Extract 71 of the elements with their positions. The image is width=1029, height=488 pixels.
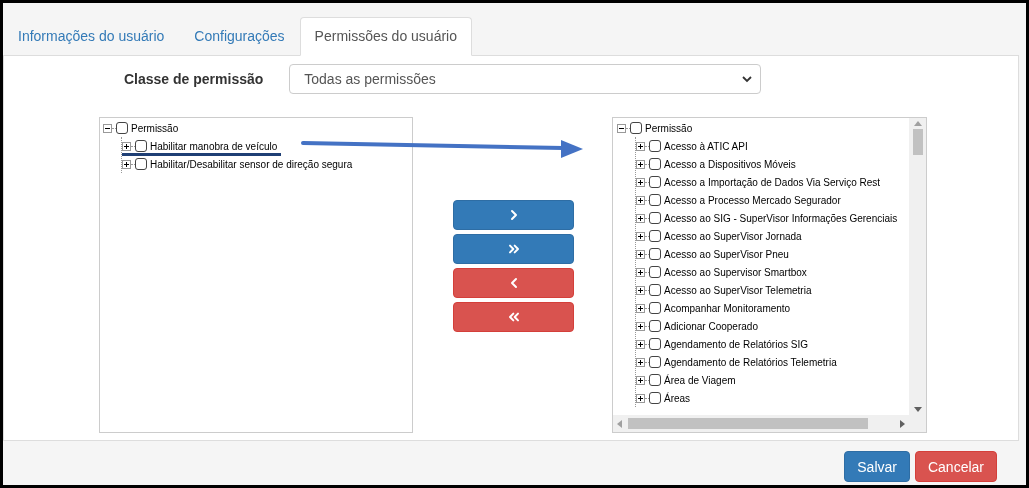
tree-item[interactable]: Acesso à ATIC API xyxy=(664,140,748,152)
expand-icon[interactable] xyxy=(636,195,645,205)
tree-item[interactable]: Acesso ao SuperVisor Jornada xyxy=(664,230,802,242)
checkbox[interactable] xyxy=(649,392,661,404)
expand-icon[interactable] xyxy=(636,213,645,223)
scrollbar-thumb[interactable] xyxy=(912,129,923,155)
checkbox[interactable] xyxy=(649,248,661,260)
scroll-down-icon[interactable] xyxy=(913,407,922,412)
tree-item[interactable]: Permissão xyxy=(645,122,693,134)
save-button[interactable]: Salvar xyxy=(844,451,910,482)
checkbox[interactable] xyxy=(649,284,661,296)
tree-item[interactable]: Adicionar Cooperado xyxy=(664,320,758,332)
expand-icon[interactable] xyxy=(636,177,645,187)
scrollbar-thumb[interactable] xyxy=(628,418,868,429)
expand-icon[interactable] xyxy=(636,159,645,169)
tab[interactable]: Permissões do usuário xyxy=(299,17,472,56)
expand-icon[interactable] xyxy=(636,141,645,151)
permission-class-select[interactable]: Todas as permissões xyxy=(289,64,762,94)
tree-item[interactable]: Permissão xyxy=(131,122,179,134)
expand-icon[interactable] xyxy=(636,393,645,403)
cancel-button[interactable]: Cancelar xyxy=(914,451,997,482)
tree-item[interactable]: Habilitar/Desabilitar sensor de direção segura xyxy=(150,158,353,170)
tree-item[interactable]: Acesso a Dispositivos Móveis xyxy=(664,158,796,170)
checkbox[interactable] xyxy=(649,212,661,224)
checkbox[interactable] xyxy=(630,122,642,134)
tree-item[interactable]: Agendamento de Relatórios Telemetria xyxy=(664,356,837,368)
checkbox[interactable] xyxy=(649,158,661,170)
checkbox[interactable] xyxy=(649,176,661,188)
checkbox[interactable] xyxy=(649,302,661,314)
tab[interactable]: Informações do usuário xyxy=(3,17,180,56)
tree-item[interactable]: Acesso ao Supervisor Smartbox xyxy=(664,266,807,278)
expand-icon[interactable] xyxy=(122,159,131,169)
checkbox[interactable] xyxy=(649,194,661,206)
tree-item[interactable]: Acesso a Processo Mercado Segurador xyxy=(664,194,841,206)
checkbox[interactable] xyxy=(649,266,661,278)
vertical-scrollbar[interactable] xyxy=(909,118,926,415)
tree-item[interactable]: Acesso a Importação de Dados Via Serviço Rest xyxy=(664,176,881,188)
checkbox[interactable] xyxy=(649,338,661,350)
collapse-icon[interactable] xyxy=(103,123,112,133)
expand-icon[interactable] xyxy=(636,231,645,241)
tree-item[interactable]: Acesso ao SuperVisor Pneu xyxy=(664,248,789,260)
expand-icon[interactable] xyxy=(636,357,645,367)
expand-icon[interactable] xyxy=(636,267,645,277)
expand-icon[interactable] xyxy=(636,321,645,331)
expand-icon[interactable] xyxy=(636,285,645,295)
tree-item[interactable]: Acompanhar Monitoramento xyxy=(664,302,791,314)
expand-icon[interactable] xyxy=(636,303,645,313)
checkbox[interactable] xyxy=(649,374,661,386)
field-label: Classe de permissão xyxy=(124,71,264,87)
tree-item[interactable]: Áreas xyxy=(664,392,691,404)
tree-item[interactable]: Acesso ao SuperVisor Telemetria xyxy=(664,284,812,296)
collapse-icon[interactable] xyxy=(617,123,626,133)
checkbox[interactable] xyxy=(649,230,661,242)
expand-icon[interactable] xyxy=(636,249,645,259)
checkbox[interactable] xyxy=(135,158,147,170)
tree-item[interactable]: Área de Viagem xyxy=(664,374,736,386)
checkbox[interactable] xyxy=(135,140,147,152)
checkbox[interactable] xyxy=(116,122,128,134)
horizontal-scrollbar[interactable] xyxy=(613,415,909,432)
checkbox[interactable] xyxy=(649,140,661,152)
scroll-right-icon[interactable] xyxy=(900,419,905,428)
caret-icon xyxy=(742,75,753,83)
checkbox[interactable] xyxy=(649,320,661,332)
expand-icon[interactable] xyxy=(636,375,645,385)
tree-item[interactable]: Habilitar manobra de veículo xyxy=(150,140,278,152)
tab[interactable]: Configurações xyxy=(179,17,300,56)
checkbox[interactable] xyxy=(649,356,661,368)
expand-icon[interactable] xyxy=(636,339,645,349)
tree-item[interactable]: Acesso ao SIG - SuperVisor Informações Gerenciais xyxy=(664,212,898,224)
expand-icon[interactable] xyxy=(122,141,131,151)
tree-item[interactable]: Agendamento de Relatórios SIG xyxy=(664,338,808,350)
